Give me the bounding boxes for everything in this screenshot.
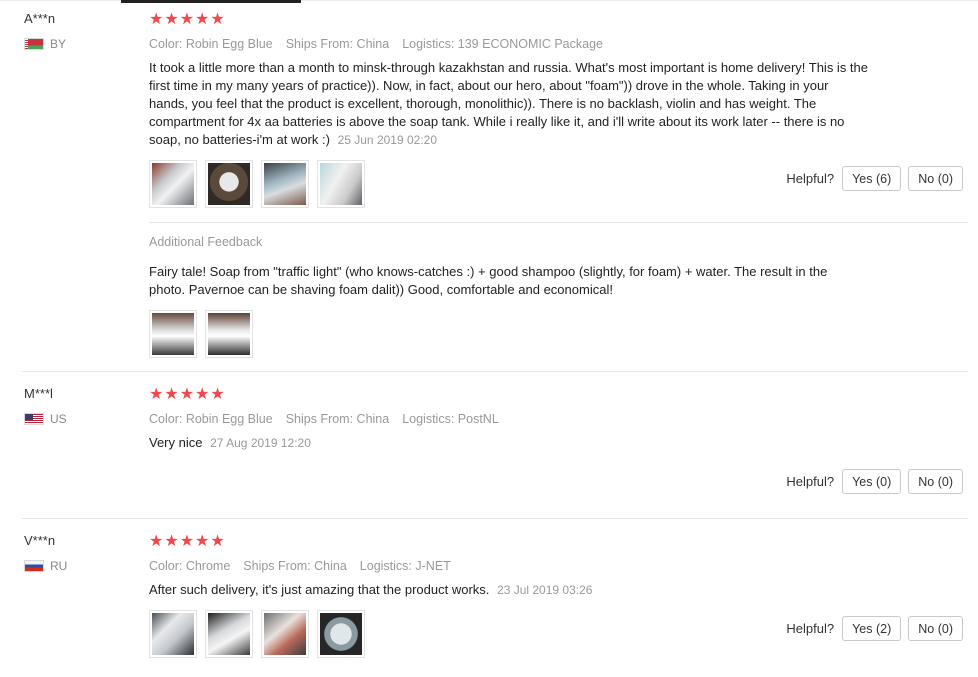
logistics: Logistics: PostNL <box>402 412 499 426</box>
review-photo[interactable] <box>261 160 309 208</box>
helpful-no-button[interactable]: No (0) <box>908 166 963 191</box>
review-meta: Color: Chrome Ships From: China Logistic… <box>149 559 869 573</box>
review-photo[interactable] <box>149 310 197 358</box>
product-color: Color: Chrome <box>149 559 231 573</box>
product-color: Color: Robin Egg Blue <box>149 37 273 51</box>
helpful-yes-button[interactable]: Yes (0) <box>842 469 902 494</box>
photo-image <box>264 163 306 205</box>
ships-from: Ships From: China <box>243 559 347 573</box>
review-date: 25 Jun 2019 02:20 <box>337 133 437 147</box>
star-rating: ★★★★★ <box>149 533 226 550</box>
reviewer-name: M***l <box>24 386 53 401</box>
photo-image <box>152 613 194 655</box>
additional-feedback-divider <box>149 222 968 223</box>
review-content: ★★★★★ Color: Robin Egg Blue Ships From: … <box>149 11 869 208</box>
helpful-yes-button[interactable]: Yes (6) <box>842 166 902 191</box>
review-content: ★★★★★ Color: Chrome Ships From: China Lo… <box>149 533 869 658</box>
helpful-vote: Helpful? Yes (2) No (0) <box>786 616 963 641</box>
helpful-yes-button[interactable]: Yes (2) <box>842 616 902 641</box>
review-photo[interactable] <box>205 160 253 208</box>
logistics: Logistics: J-NET <box>359 559 451 573</box>
review-meta: Color: Robin Egg Blue Ships From: China … <box>149 412 869 426</box>
active-tab-indicator <box>121 0 301 3</box>
us-flag-icon <box>24 413 44 425</box>
photo-image <box>320 613 362 655</box>
product-color: Color: Robin Egg Blue <box>149 412 273 426</box>
photo-image <box>208 313 250 355</box>
additional-photos <box>149 310 839 358</box>
review-photo[interactable] <box>149 610 197 658</box>
review-body: After such delivery, it's just amazing t… <box>149 582 490 597</box>
review-photos <box>149 160 869 208</box>
photo-image <box>320 163 362 205</box>
additional-feedback-title: Additional Feedback <box>149 235 263 249</box>
review-photos <box>149 610 869 658</box>
star-rating: ★★★★★ <box>149 11 226 28</box>
photo-image <box>208 163 250 205</box>
helpful-label: Helpful? <box>786 171 835 186</box>
reviewer-info: V***n RU <box>24 533 134 573</box>
review-body: Very nice <box>149 435 203 450</box>
review-meta: Color: Robin Egg Blue Ships From: China … <box>149 37 869 51</box>
review-text: After such delivery, it's just amazing t… <box>149 581 869 599</box>
reviewer-country: BY <box>24 37 134 51</box>
review-photo[interactable] <box>149 160 197 208</box>
review-date: 23 Jul 2019 03:26 <box>497 583 593 597</box>
review-photo[interactable] <box>317 610 365 658</box>
country-code: RU <box>50 559 68 573</box>
russia-flag-icon <box>24 560 44 572</box>
review-photo[interactable] <box>205 310 253 358</box>
additional-feedback-text: Fairy tale! Soap from "traffic light" (w… <box>149 264 828 297</box>
review-body: It took a little more than a month to mi… <box>149 60 869 147</box>
review-photo[interactable] <box>317 160 365 208</box>
reviewer-name: V***n <box>24 533 56 548</box>
reviewer-country: US <box>24 412 134 426</box>
helpful-label: Helpful? <box>786 621 835 636</box>
review-text: Very nice 27 Aug 2019 12:20 <box>149 434 869 452</box>
belarus-flag-icon <box>24 38 44 50</box>
photo-image <box>264 613 306 655</box>
star-rating: ★★★★★ <box>149 386 226 403</box>
country-code: BY <box>50 37 67 51</box>
review-text: It took a little more than a month to mi… <box>149 59 869 149</box>
reviewer-country: RU <box>24 559 134 573</box>
helpful-no-button[interactable]: No (0) <box>908 469 963 494</box>
country-code: US <box>50 412 67 426</box>
review-photo[interactable] <box>205 610 253 658</box>
additional-feedback: Additional Feedback Fairy tale! Soap fro… <box>149 235 839 358</box>
helpful-label: Helpful? <box>786 474 835 489</box>
reviewer-info: A***n BY <box>24 11 134 51</box>
ships-from: Ships From: China <box>285 412 390 426</box>
photo-image <box>152 313 194 355</box>
photo-image <box>152 163 194 205</box>
helpful-vote: Helpful? Yes (6) No (0) <box>786 166 963 191</box>
reviewer-info: M***l US <box>24 386 134 426</box>
helpful-vote: Helpful? Yes (0) No (0) <box>786 469 963 494</box>
review-content: ★★★★★ Color: Robin Egg Blue Ships From: … <box>149 386 869 452</box>
photo-image <box>208 613 250 655</box>
review-photo[interactable] <box>261 610 309 658</box>
review-date: 27 Aug 2019 12:20 <box>210 436 311 450</box>
ships-from: Ships From: China <box>285 37 390 51</box>
review-divider <box>22 518 968 519</box>
review-divider <box>22 371 968 372</box>
logistics: Logistics: 139 ECONOMIC Package <box>402 37 603 51</box>
helpful-no-button[interactable]: No (0) <box>908 616 963 641</box>
reviewer-name: A***n <box>24 11 56 26</box>
